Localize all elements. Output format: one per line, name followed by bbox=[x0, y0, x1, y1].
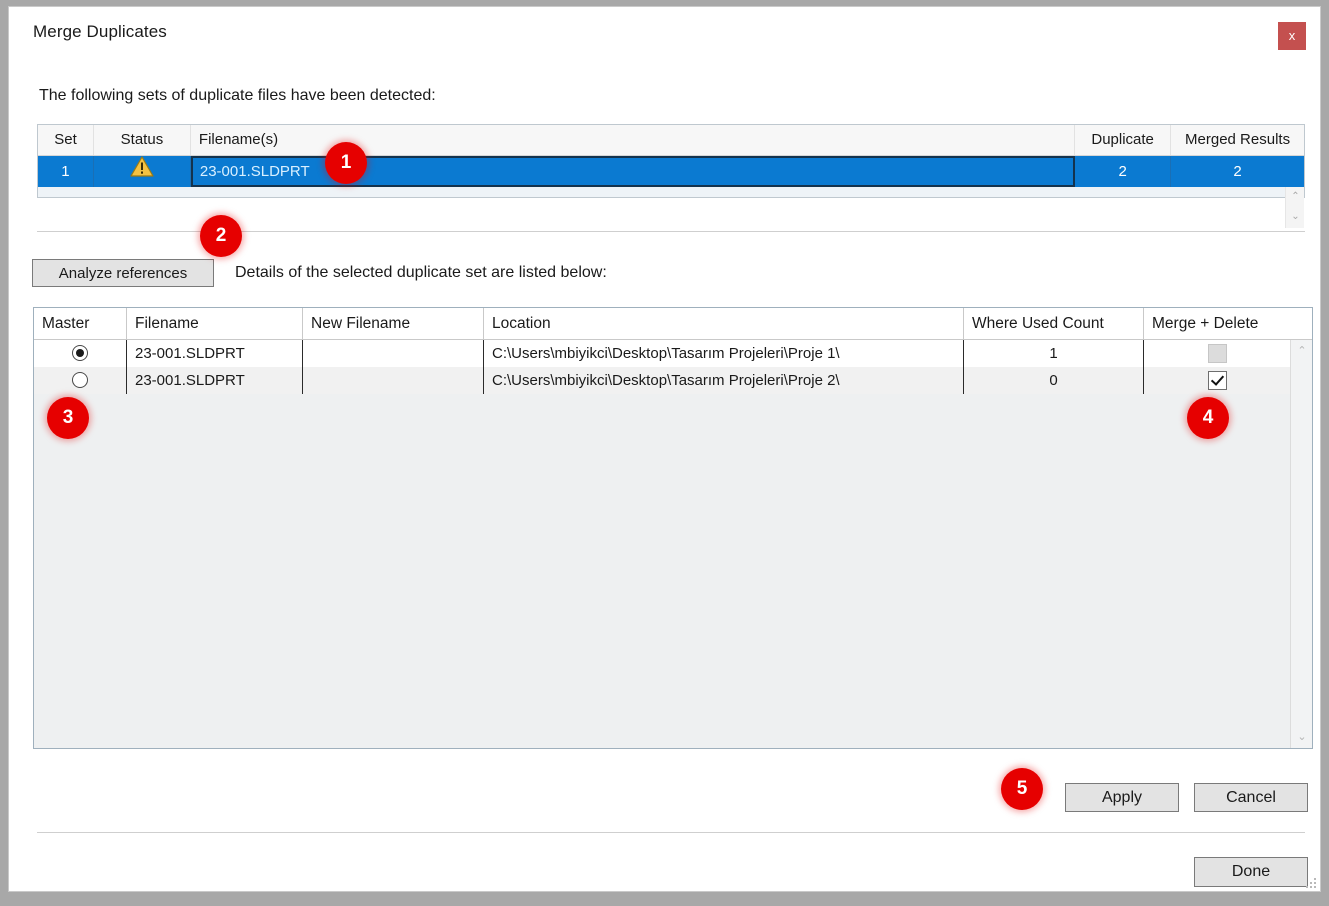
close-icon[interactable]: x bbox=[1278, 22, 1306, 50]
details-cell-master[interactable] bbox=[34, 340, 127, 367]
callout-badge-2: 2 bbox=[200, 215, 242, 257]
apply-button[interactable]: Apply bbox=[1065, 783, 1179, 812]
sets-cell-duplicate: 2 bbox=[1075, 156, 1171, 187]
page-title: Merge Duplicates bbox=[33, 22, 167, 42]
callout-badge-1: 1 bbox=[325, 142, 367, 184]
details-cell-new-filename[interactable] bbox=[303, 340, 484, 367]
title-bar: Merge Duplicates x bbox=[9, 7, 1320, 59]
scroll-down-icon[interactable]: ⌄ bbox=[1291, 726, 1313, 748]
table-row[interactable]: 23-001.SLDPRT C:\Users\mbiyikci\Desktop\… bbox=[34, 340, 1312, 367]
scroll-up-icon[interactable]: ⌃ bbox=[1286, 187, 1305, 207]
cancel-button[interactable]: Cancel bbox=[1194, 783, 1308, 812]
resize-grip[interactable] bbox=[1302, 874, 1316, 888]
details-column-merge-delete[interactable]: Merge + Delete bbox=[1144, 308, 1290, 339]
table-row[interactable]: 1 23-001.SLDPRT 2 2 bbox=[38, 156, 1304, 187]
sets-column-status[interactable]: Status bbox=[94, 125, 191, 155]
sets-grid-body: 1 23-001.SLDPRT 2 2 bbox=[38, 156, 1304, 197]
details-grid-header: Master Filename New Filename Location Wh… bbox=[34, 308, 1312, 340]
details-cell-filename: 23-001.SLDPRT bbox=[127, 340, 303, 367]
details-column-new-filename[interactable]: New Filename bbox=[303, 308, 484, 339]
details-cell-filename: 23-001.SLDPRT bbox=[127, 367, 303, 394]
details-column-master[interactable]: Master bbox=[34, 308, 127, 339]
sets-cell-merged-results: 2 bbox=[1171, 156, 1304, 187]
details-cell-merge-delete[interactable] bbox=[1144, 367, 1290, 394]
scroll-up-icon[interactable]: ⌃ bbox=[1291, 340, 1313, 362]
sets-cell-filename[interactable]: 23-001.SLDPRT bbox=[191, 156, 1075, 187]
master-radio[interactable] bbox=[72, 345, 88, 361]
duplicate-details-grid[interactable]: Master Filename New Filename Location Wh… bbox=[33, 307, 1313, 749]
sets-cell-set: 1 bbox=[38, 156, 94, 187]
master-radio[interactable] bbox=[72, 372, 88, 388]
merge-duplicates-dialog: Merge Duplicates x The following sets of… bbox=[8, 6, 1321, 892]
details-column-filename[interactable]: Filename bbox=[127, 308, 303, 339]
callout-badge-4: 4 bbox=[1187, 397, 1229, 439]
sets-column-set[interactable]: Set bbox=[38, 125, 94, 155]
intro-text: The following sets of duplicate files ha… bbox=[39, 87, 436, 105]
details-column-where-used-count[interactable]: Where Used Count bbox=[964, 308, 1144, 339]
sets-grid-header: Set Status Filename(s) Duplicate Merged … bbox=[38, 125, 1304, 156]
callout-badge-3: 3 bbox=[47, 397, 89, 439]
details-cell-where-used-count: 0 bbox=[964, 367, 1144, 394]
callout-badge-5: 5 bbox=[1001, 768, 1043, 810]
sets-grid-scrollbar[interactable]: ⌃ ⌄ bbox=[1285, 187, 1304, 228]
details-cell-location: C:\Users\mbiyikci\Desktop\Tasarım Projel… bbox=[484, 367, 964, 394]
table-row[interactable]: 23-001.SLDPRT C:\Users\mbiyikci\Desktop\… bbox=[34, 367, 1312, 394]
warning-triangle-icon bbox=[130, 156, 154, 187]
window-frame: Merge Duplicates x The following sets of… bbox=[0, 0, 1329, 906]
details-cell-location: C:\Users\mbiyikci\Desktop\Tasarım Projel… bbox=[484, 340, 964, 367]
sets-column-duplicate[interactable]: Duplicate bbox=[1075, 125, 1171, 155]
done-button[interactable]: Done bbox=[1194, 857, 1308, 887]
sets-grid-empty-area bbox=[38, 187, 1304, 197]
sets-cell-status bbox=[94, 156, 191, 187]
details-grid-scrollbar[interactable]: ⌃ ⌄ bbox=[1290, 340, 1312, 748]
duplicate-sets-grid[interactable]: Set Status Filename(s) Duplicate Merged … bbox=[37, 124, 1305, 198]
details-cell-new-filename[interactable] bbox=[303, 367, 484, 394]
details-cell-where-used-count: 1 bbox=[964, 340, 1144, 367]
divider-bottom bbox=[37, 832, 1305, 833]
scroll-down-icon[interactable]: ⌄ bbox=[1286, 207, 1305, 227]
details-cell-merge-delete[interactable] bbox=[1144, 340, 1290, 367]
details-caption: Details of the selected duplicate set ar… bbox=[235, 264, 607, 282]
merge-delete-checkbox[interactable] bbox=[1208, 371, 1227, 390]
details-column-location[interactable]: Location bbox=[484, 308, 964, 339]
sets-column-merged-results[interactable]: Merged Results bbox=[1171, 125, 1304, 155]
sets-column-filenames[interactable]: Filename(s) bbox=[191, 125, 1075, 155]
merge-delete-checkbox bbox=[1208, 344, 1227, 363]
details-cell-master[interactable] bbox=[34, 367, 127, 394]
analyze-references-button[interactable]: Analyze references bbox=[32, 259, 214, 287]
